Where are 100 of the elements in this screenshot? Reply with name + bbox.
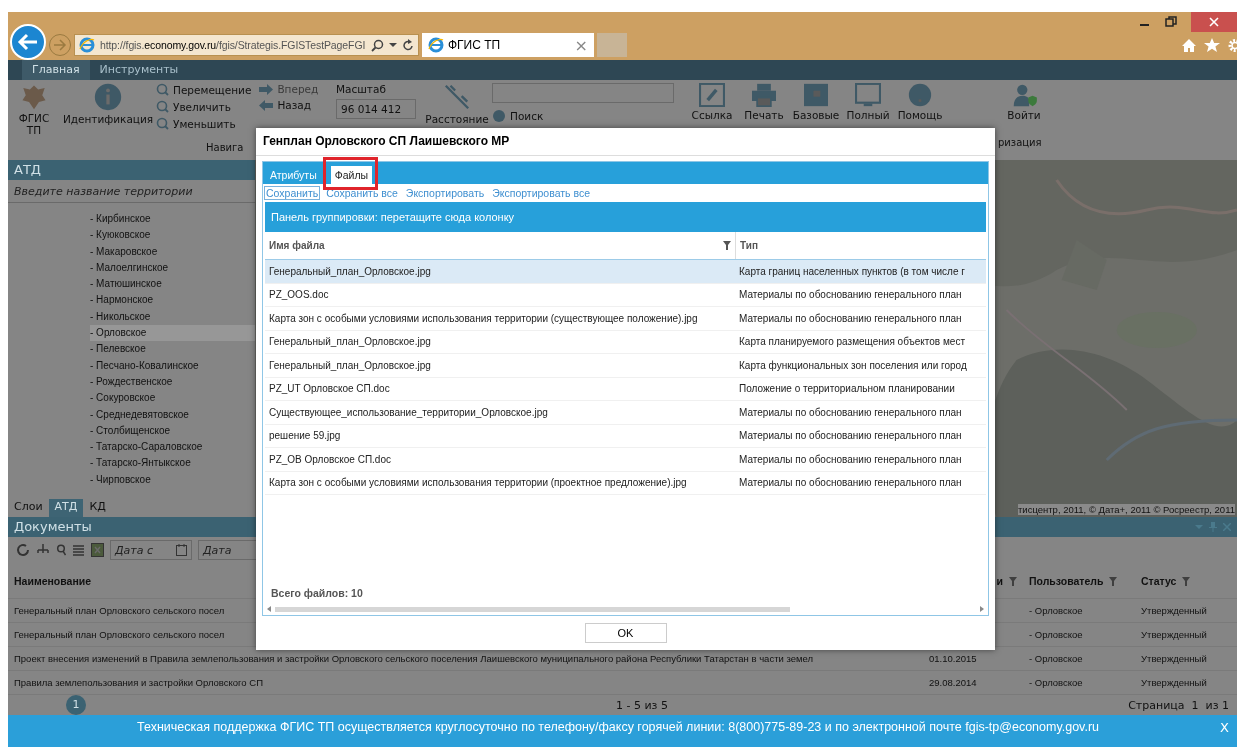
tab-close-button[interactable]: × bbox=[574, 35, 588, 55]
scroll-right-icon[interactable] bbox=[980, 606, 984, 612]
dialog-tab[interactable]: Атрибуты bbox=[266, 166, 321, 184]
filter-icon[interactable] bbox=[723, 241, 731, 250]
table-cell-text: Утвержденный bbox=[1140, 629, 1208, 640]
home-icon[interactable] bbox=[1181, 37, 1197, 53]
file-row[interactable]: PZ_OB Орловское СП.doc Материалы по обоснованию генерального план bbox=[265, 448, 986, 472]
territory-item[interactable]: - Столбищенское bbox=[90, 422, 255, 440]
territory-item[interactable]: - Куюковское bbox=[90, 227, 255, 244]
territory-item[interactable]: - Рождественское bbox=[90, 373, 255, 391]
address-bar[interactable]: http://fgis.economy.gov.ru/fgis/Strategis.FGISTestPageFGI bbox=[74, 34, 419, 56]
ribbon-tool[interactable]: Полный bbox=[846, 109, 890, 121]
star-icon[interactable] bbox=[1204, 37, 1220, 53]
scroll-left-icon[interactable] bbox=[267, 606, 271, 612]
login-button[interactable]: Войти bbox=[1007, 109, 1041, 121]
refresh-icon[interactable] bbox=[402, 38, 414, 52]
territory-item[interactable]: - Среднедевятовское bbox=[90, 406, 255, 423]
table-cell-text: решение 59.jpg bbox=[268, 429, 342, 444]
page-button[interactable]: 1 bbox=[66, 695, 86, 715]
settings-icon[interactable] bbox=[1227, 37, 1237, 53]
calendar-icon[interactable] bbox=[176, 544, 187, 557]
file-row[interactable]: Карта зон с особыми условиями использования территории (существующее положение).jpg Материалы по обоснованию генерального план bbox=[265, 307, 986, 331]
file-row[interactable]: PZ_OOS.doc Материалы по обоснованию генерального план bbox=[265, 283, 986, 307]
territory-item[interactable]: - Песчано-Ковалинское bbox=[90, 357, 255, 374]
identify-label[interactable]: Идентификация bbox=[62, 113, 154, 125]
column-header[interactable]: Тип bbox=[736, 240, 986, 251]
ribbon-tool[interactable]: Ссылка bbox=[691, 109, 733, 121]
action-link[interactable]: Экспортировать bbox=[403, 186, 487, 200]
file-row[interactable]: PZ_UT Орловское СП.doc Положение о территориальном планировании bbox=[265, 377, 986, 401]
ribbon-tool[interactable]: Базовые bbox=[792, 109, 840, 121]
territory-item[interactable]: - Пелевское bbox=[90, 341, 255, 358]
territory-item[interactable]: - Чирповское bbox=[90, 471, 255, 489]
restore-icon[interactable] bbox=[1165, 16, 1177, 28]
table-cell-text: Карта границ населенных пунктов (в том числе г bbox=[738, 265, 966, 277]
nav-tool-icon bbox=[156, 83, 169, 96]
file-row[interactable]: Генеральный_план_Орловское.jpg Карта функциональных зон поселения или город bbox=[265, 354, 986, 378]
column-header[interactable]: Имя файла bbox=[265, 232, 736, 259]
territory-item[interactable]: - Матюшинское bbox=[90, 276, 255, 293]
arrow-icon bbox=[259, 99, 274, 111]
column-header[interactable]: Пользователь bbox=[1023, 575, 1135, 587]
date-field[interactable]: Дата с bbox=[110, 540, 192, 561]
territory-item[interactable]: - Нармонское bbox=[90, 292, 255, 309]
territory-item[interactable]: - Никольское bbox=[90, 308, 255, 326]
fullscreen-icon bbox=[855, 83, 881, 107]
territory-item[interactable]: - Орловское bbox=[90, 325, 255, 342]
ribbon-tool[interactable]: Печать bbox=[744, 109, 784, 121]
search-icon[interactable] bbox=[56, 544, 66, 557]
action-link[interactable]: Сохранить bbox=[264, 186, 321, 200]
column-header[interactable]: и bbox=[923, 575, 1023, 587]
nav-tool[interactable]: Перемещение bbox=[156, 83, 252, 96]
nav-tool[interactable]: Уменьшить bbox=[156, 117, 252, 130]
app-tab[interactable]: Инструменты bbox=[89, 60, 189, 80]
file-row[interactable]: решение 59.jpg Материалы по обоснованию генерального план bbox=[265, 424, 986, 448]
back-button[interactable] bbox=[10, 24, 46, 60]
action-link[interactable]: Экспортировать все bbox=[490, 186, 592, 200]
panel-tab[interactable]: КД bbox=[83, 499, 112, 517]
search-icon[interactable] bbox=[371, 38, 384, 52]
dropdown-icon[interactable] bbox=[389, 42, 397, 48]
file-row[interactable]: Генеральный_план_Орловское.jpg Карта планируемого размещения объектов мест bbox=[265, 330, 986, 354]
close-icon bbox=[1209, 17, 1219, 27]
info-icon bbox=[94, 83, 122, 111]
ok-button[interactable]: OK bbox=[584, 623, 667, 643]
table-cell-text: Карта планируемого размещения объектов мест bbox=[738, 336, 966, 348]
dialog-title: Генплан Орловского СП Лаишевского МР bbox=[256, 128, 995, 156]
table-cell: 01.10.2015 bbox=[929, 653, 977, 664]
browser-tab[interactable]: ФГИС ТП × bbox=[422, 33, 594, 57]
file-row[interactable]: Генеральный_план_Орловское.jpg Карта границ населенных пунктов (в том числе г bbox=[265, 260, 986, 284]
close-button[interactable] bbox=[1191, 12, 1237, 32]
territory-item[interactable]: - Макаровское bbox=[90, 243, 255, 260]
action-link[interactable]: Сохранить все bbox=[324, 186, 400, 200]
distance-tool[interactable]: Расстояние bbox=[425, 113, 489, 125]
territory-item[interactable]: - Татарско-Сараловское bbox=[90, 439, 255, 456]
arrow-icon bbox=[53, 39, 67, 51]
file-count: Всего файлов: 10 bbox=[270, 587, 364, 601]
file-row[interactable]: Существующее_использование_территории_Орловское.jpg Материалы по обоснованию генерального план bbox=[265, 401, 986, 425]
list-icon[interactable] bbox=[72, 543, 85, 557]
ribbon-tool[interactable]: Помощь bbox=[897, 109, 943, 121]
territory-item[interactable]: - Малоелгинское bbox=[90, 259, 255, 277]
scale-label: Масштаб bbox=[336, 83, 387, 95]
column-header[interactable]: Статус bbox=[1135, 575, 1237, 587]
app-tab[interactable]: Главная bbox=[22, 60, 90, 80]
territory-search-field[interactable]: Введите название территории bbox=[8, 180, 255, 203]
spreadsheet-icon[interactable] bbox=[91, 543, 104, 558]
territory-item[interactable]: - Сокуровское bbox=[90, 390, 255, 407]
close-button[interactable]: X bbox=[1220, 719, 1229, 735]
history-tool[interactable]: Назад bbox=[259, 99, 319, 111]
refresh-icon[interactable] bbox=[16, 543, 30, 558]
search-field[interactable] bbox=[492, 83, 674, 103]
nav-tool[interactable]: Увеличить bbox=[156, 100, 252, 113]
search-button[interactable]: Поиск bbox=[492, 109, 682, 123]
panel-tab[interactable]: Слои bbox=[8, 499, 49, 517]
table-cell: 29.08.2014 bbox=[929, 677, 977, 688]
file-row[interactable]: Карта зон с особыми условиями использования территории (проектное предложение).jpg Материалы по обоснованию генерального план bbox=[265, 471, 986, 495]
scale-field[interactable]: 96 014 412 bbox=[336, 99, 416, 119]
table-cell-text: - Орловское bbox=[1028, 677, 1084, 688]
territory-item[interactable]: - Кирбинское bbox=[90, 211, 255, 228]
dialog-tab[interactable]: Файлы bbox=[330, 166, 373, 184]
printer-icon bbox=[751, 83, 777, 107]
territory-item[interactable]: - Татарско-Янтыкское bbox=[90, 455, 255, 472]
panel-tab[interactable]: АТД bbox=[48, 499, 84, 517]
